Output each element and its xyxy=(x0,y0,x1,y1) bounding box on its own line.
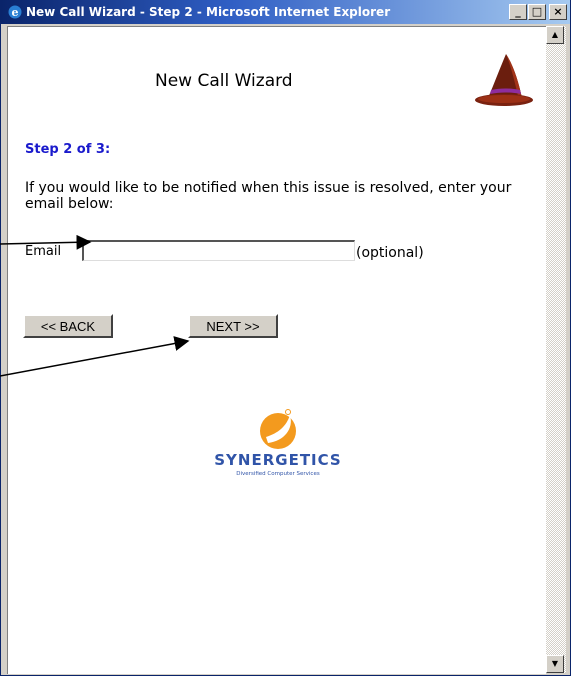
wizard-hat-icon xyxy=(475,54,533,106)
svg-text:e: e xyxy=(12,6,19,19)
scroll-up-icon[interactable]: ▲ xyxy=(546,26,564,44)
svg-text:Diversified Computer Services: Diversified Computer Services xyxy=(236,471,320,477)
synergetics-logo: SYNERGETICS Diversified Computer Service… xyxy=(214,409,341,477)
vertical-scrollbar[interactable]: ▲ ▼ xyxy=(546,26,566,673)
instructions-text: If you would like to be notified when th… xyxy=(25,180,512,212)
page-content: New Call Wizard Step 2 of 3: If you woul… xyxy=(7,26,546,674)
close-button[interactable]: × xyxy=(549,4,567,20)
email-field[interactable] xyxy=(82,240,355,261)
optional-note: (optional) xyxy=(356,245,424,261)
title-bar[interactable]: e New Call Wizard - Step 2 - Microsoft I… xyxy=(1,0,570,24)
browser-window: e New Call Wizard - Step 2 - Microsoft I… xyxy=(0,0,571,676)
page-title: New Call Wizard xyxy=(155,71,293,91)
minimize-button[interactable]: _ xyxy=(509,4,527,20)
window-title: New Call Wizard - Step 2 - Microsoft Int… xyxy=(26,5,391,19)
scroll-down-icon[interactable]: ▼ xyxy=(546,655,564,673)
step-indicator: Step 2 of 3: xyxy=(25,142,111,157)
email-label: Email xyxy=(25,244,62,259)
back-button[interactable]: << BACK xyxy=(23,314,113,338)
internet-explorer-icon: e xyxy=(8,5,22,19)
svg-text:SYNERGETICS: SYNERGETICS xyxy=(214,451,341,469)
maximize-button[interactable]: □ xyxy=(528,4,546,20)
next-button[interactable]: NEXT >> xyxy=(188,314,278,338)
